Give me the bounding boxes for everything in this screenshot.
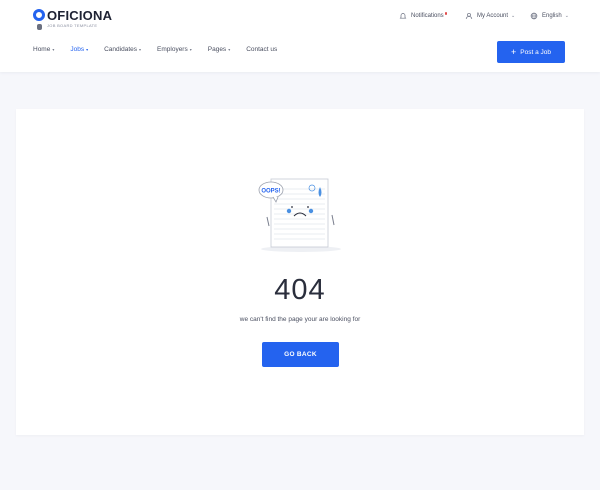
chevron-down-icon: ▾ [86, 47, 89, 52]
post-job-label: Post a Job [520, 48, 551, 56]
nav-item-home[interactable]: Home ▾ [33, 46, 54, 53]
brand-name: OFICIONA [47, 8, 113, 23]
chevron-down-icon: ▾ [139, 47, 142, 52]
logo-figure-icon [37, 24, 42, 30]
notifications-link[interactable]: Notifications [399, 12, 448, 20]
nav-label: Candidates [104, 46, 137, 53]
chevron-down-icon: ⌄ [564, 13, 569, 19]
nav-label: Jobs [70, 46, 85, 53]
nav-item-contact[interactable]: Contact us [246, 46, 277, 53]
language-selector[interactable]: English ⌄ [530, 12, 569, 20]
logo-ring-icon [33, 9, 45, 21]
brand-tagline: JOB BOARD TEMPLATE [47, 23, 98, 28]
post-job-button[interactable]: + Post a Job [497, 41, 565, 63]
nav-item-pages[interactable]: Pages ▾ [208, 46, 230, 53]
chevron-down-icon: ▾ [228, 47, 231, 52]
go-back-button[interactable]: GO BACK [262, 342, 339, 367]
site-header: OFICIONA JOB BOARD TEMPLATE Notification… [0, 0, 600, 72]
nav-label: Contact us [246, 46, 278, 53]
chevron-down-icon: ▾ [189, 47, 192, 52]
nav-label: Home [33, 46, 51, 53]
chevron-down-icon: ▾ [52, 47, 55, 52]
notification-badge [444, 12, 448, 15]
nav-item-employers[interactable]: Employers ▾ [157, 46, 192, 53]
error-card [16, 109, 584, 435]
globe-icon [530, 12, 538, 20]
my-account-label: My Account [477, 13, 509, 19]
nav-item-jobs[interactable]: Jobs ▾ [70, 46, 88, 53]
notifications-label: Notifications [411, 13, 444, 19]
error-code: 404 [274, 274, 326, 306]
plus-icon: + [511, 46, 517, 57]
nav-label: Pages [207, 46, 227, 53]
language-label: English [542, 13, 562, 19]
main-nav: Home ▾ Jobs ▾ Candidates ▾ Employers ▾ Pages… [33, 46, 293, 53]
error-message: we can't find the page your are looking … [239, 316, 361, 323]
nav-item-candidates[interactable]: Candidates ▾ [104, 46, 141, 53]
sad-page-illustration: OOPS! [258, 178, 341, 252]
chevron-down-icon: ⌄ [511, 13, 516, 19]
oops-bubble-text: OOPS! [261, 189, 280, 195]
bell-icon [399, 12, 407, 20]
user-icon [465, 12, 473, 20]
nav-label: Employers [157, 46, 188, 53]
my-account-menu[interactable]: My Account ⌄ [465, 12, 515, 20]
